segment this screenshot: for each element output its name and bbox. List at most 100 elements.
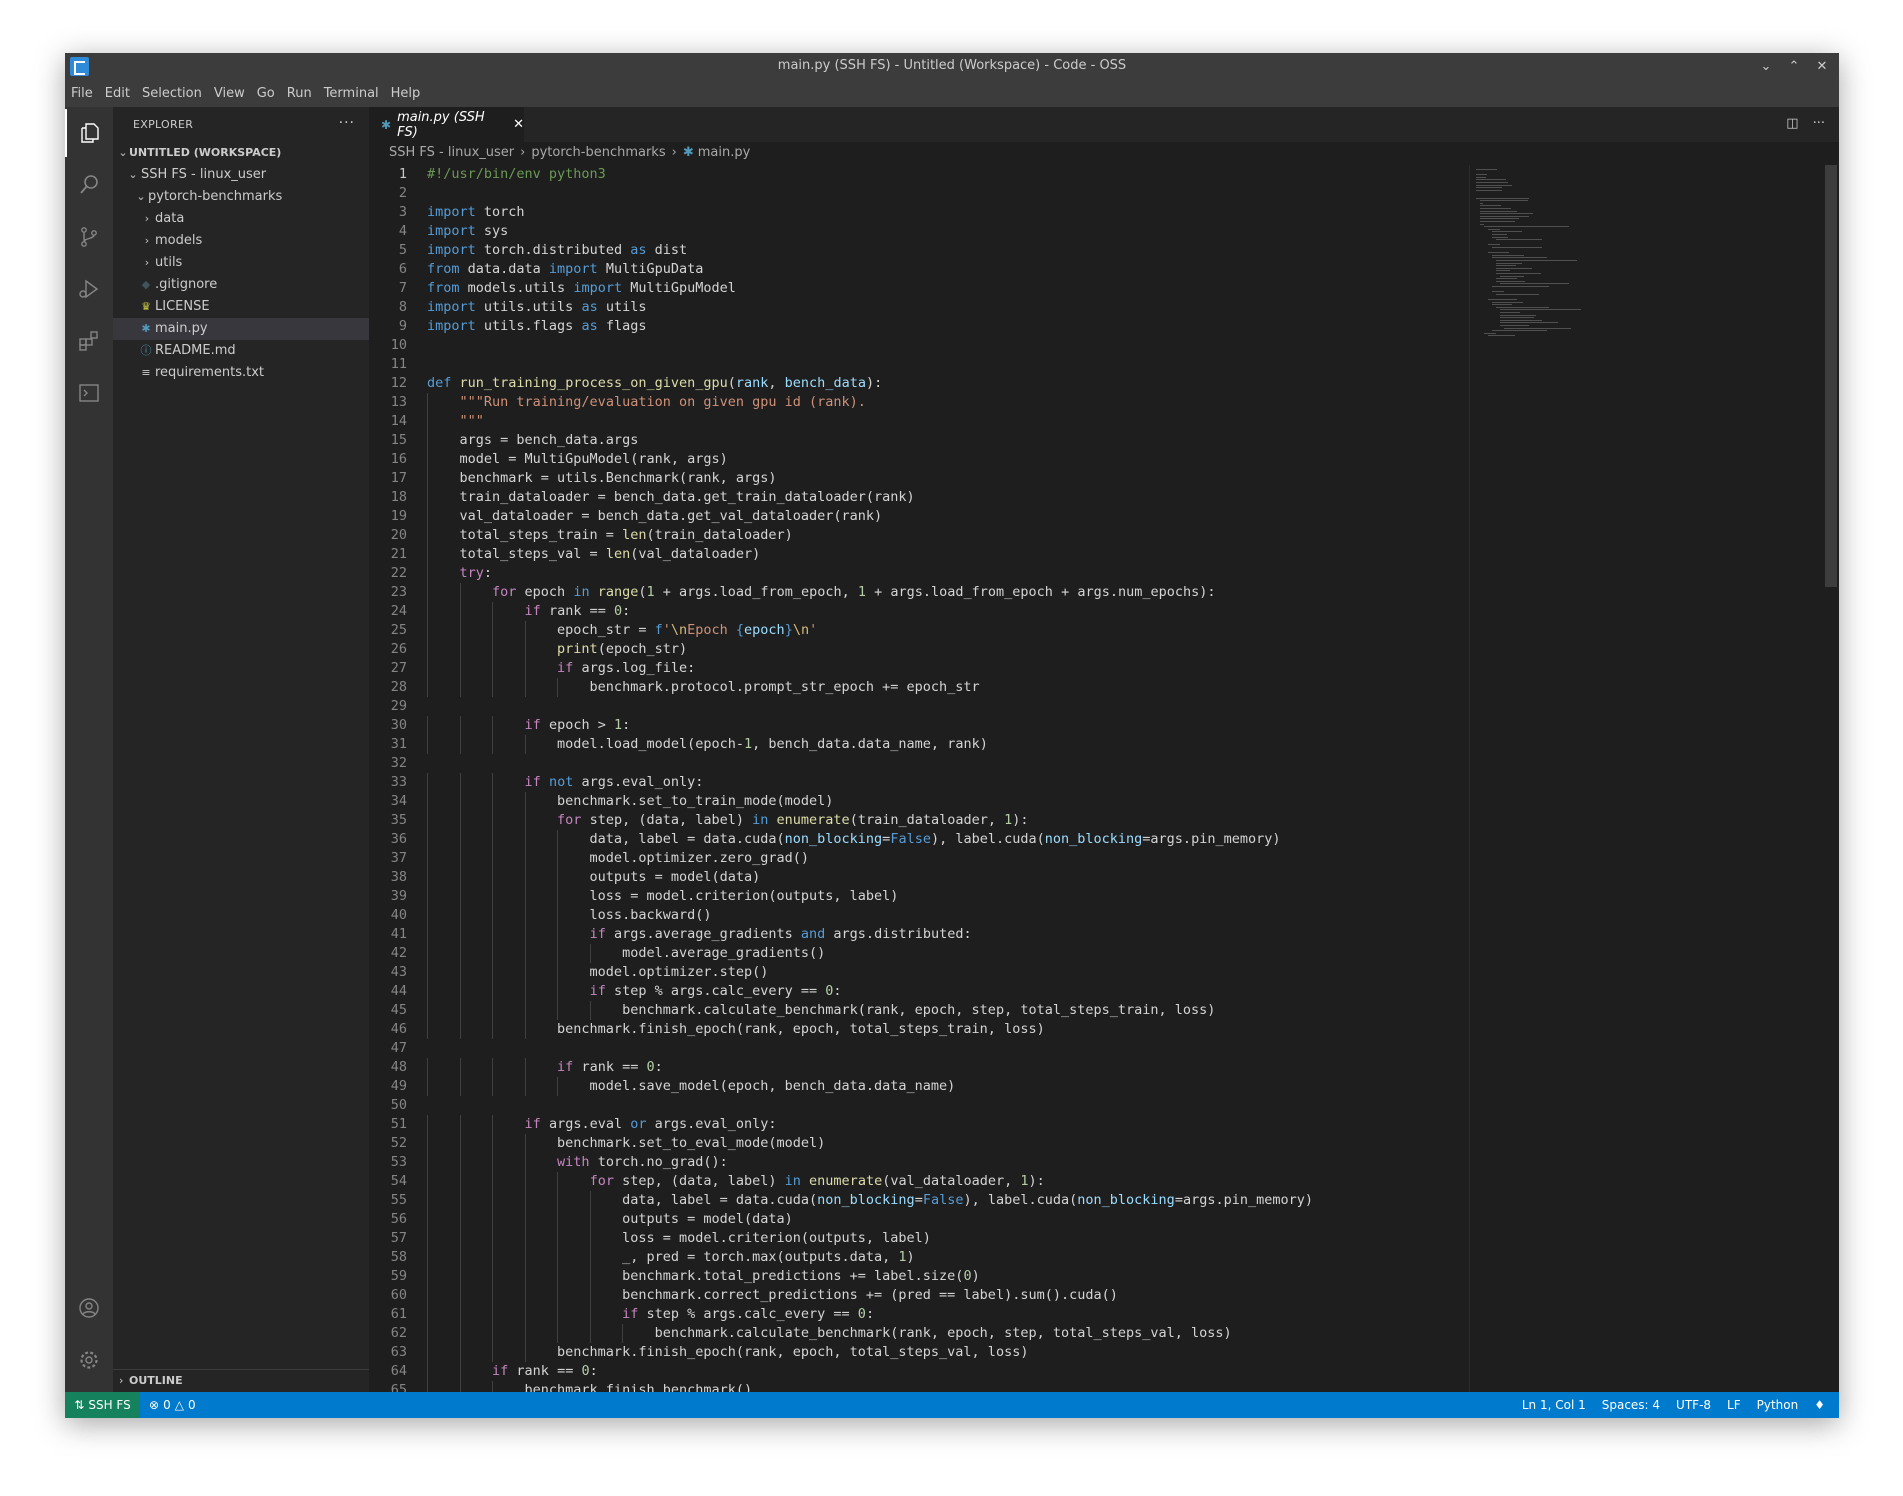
run-debug-icon[interactable] — [65, 265, 113, 313]
breadcrumb-root[interactable]: SSH FS - linux_user — [389, 145, 514, 160]
code-line[interactable]: 61 if step % args.calc_every == 0: — [369, 1305, 1469, 1324]
code-line[interactable]: 3 import torch — [369, 203, 1469, 222]
code-line[interactable]: 38 outputs = model(data) — [369, 868, 1469, 887]
code-line[interactable]: 65 benchmark.finish_benchmark() — [369, 1381, 1469, 1392]
code-line[interactable]: 34 benchmark.set_to_train_mode(model) — [369, 792, 1469, 811]
code-line[interactable]: 31 model.load_model(epoch-1, bench_data.… — [369, 735, 1469, 754]
menu-run[interactable]: Run — [281, 86, 318, 101]
code-line[interactable]: 13 """Run training/evaluation on given g… — [369, 393, 1469, 412]
end-of-line[interactable]: LF — [1727, 1398, 1741, 1412]
close-tab-icon[interactable]: ✕ — [513, 117, 524, 132]
menu-selection[interactable]: Selection — [136, 86, 208, 101]
code-line[interactable]: 22 try: — [369, 564, 1469, 583]
language-mode[interactable]: Python — [1757, 1398, 1799, 1412]
code-line[interactable]: 55 data, label = data.cuda(non_blocking=… — [369, 1191, 1469, 1210]
breadcrumb-file[interactable]: main.py — [698, 145, 751, 160]
code-line[interactable]: 53 with torch.no_grad(): — [369, 1153, 1469, 1172]
code-line[interactable]: 16 model = MultiGpuModel(rank, args) — [369, 450, 1469, 469]
tree-file-requirements[interactable]: ≡ requirements.txt — [113, 362, 369, 384]
code-line[interactable]: 26 print(epoch_str) — [369, 640, 1469, 659]
cursor-position[interactable]: Ln 1, Col 1 — [1522, 1398, 1586, 1412]
tree-folder-remote-root[interactable]: ⌄ SSH FS - linux_user — [113, 164, 369, 186]
indentation[interactable]: Spaces: 4 — [1602, 1398, 1660, 1412]
code-line[interactable]: 27 if args.log_file: — [369, 659, 1469, 678]
code-line[interactable]: 49 model.save_model(epoch, bench_data.da… — [369, 1077, 1469, 1096]
tree-folder-models[interactable]: › models — [113, 230, 369, 252]
code-line[interactable]: 54 for step, (data, label) in enumerate(… — [369, 1172, 1469, 1191]
code-line[interactable]: 29 — [369, 697, 1469, 716]
code-line[interactable]: 10 — [369, 336, 1469, 355]
maximize-icon[interactable]: ⌃ — [1787, 56, 1801, 76]
more-actions-icon[interactable]: ··· — [1813, 116, 1825, 131]
tree-file-license[interactable]: ♛ LICENSE — [113, 296, 369, 318]
code-line[interactable]: 12 def run_training_process_on_given_gpu(… — [369, 374, 1469, 393]
code-line[interactable]: 23 for epoch in range(1 + args.load_from… — [369, 583, 1469, 602]
notifications-bell-icon[interactable]: ♦ — [1814, 1398, 1825, 1412]
menu-file[interactable]: File — [65, 86, 99, 101]
minimap[interactable] — [1470, 165, 1820, 1392]
more-actions-icon[interactable]: ··· — [339, 115, 355, 131]
tree-folder-utils[interactable]: › utils — [113, 252, 369, 274]
code-line[interactable]: 25 epoch_str = f'\nEpoch {epoch}\n' — [369, 621, 1469, 640]
code-line[interactable]: 44 if step % args.calc_every == 0: — [369, 982, 1469, 1001]
code-line[interactable]: 60 benchmark.correct_predictions += (pre… — [369, 1286, 1469, 1305]
code-line[interactable]: 18 train_dataloader = bench_data.get_tra… — [369, 488, 1469, 507]
code-line[interactable]: 14 """ — [369, 412, 1469, 431]
minimize-icon[interactable]: ⌄ — [1759, 56, 1773, 76]
code-line[interactable]: 43 model.optimizer.step() — [369, 963, 1469, 982]
menu-help[interactable]: Help — [385, 86, 427, 101]
code-line[interactable]: 30 if epoch > 1: — [369, 716, 1469, 735]
tree-file-main-py[interactable]: ✱ main.py — [113, 318, 369, 340]
tree-file-gitignore[interactable]: ◆ .gitignore — [113, 274, 369, 296]
code-line[interactable]: 46 benchmark.finish_epoch(rank, epoch, t… — [369, 1020, 1469, 1039]
code-line[interactable]: 42 model.average_gradients() — [369, 944, 1469, 963]
settings-gear-icon[interactable] — [65, 1336, 113, 1384]
code-line[interactable]: 8 import utils.utils as utils — [369, 298, 1469, 317]
accounts-icon[interactable] — [65, 1284, 113, 1332]
code-line[interactable]: 20 total_steps_train = len(train_dataloa… — [369, 526, 1469, 545]
encoding[interactable]: UTF-8 — [1676, 1398, 1711, 1412]
code-line[interactable]: 37 model.optimizer.zero_grad() — [369, 849, 1469, 868]
code-line[interactable]: 57 loss = model.criterion(outputs, label… — [369, 1229, 1469, 1248]
tab-main-py[interactable]: ✱ main.py (SSH FS) ✕ — [369, 107, 524, 142]
outline-section[interactable]: › OUTLINE — [113, 1369, 369, 1392]
explorer-icon[interactable] — [65, 109, 113, 157]
code-line[interactable]: 36 data, label = data.cuda(non_blocking=… — [369, 830, 1469, 849]
code-line[interactable]: 62 benchmark.calculate_benchmark(rank, e… — [369, 1324, 1469, 1343]
code-line[interactable]: 11 — [369, 355, 1469, 374]
code-line[interactable]: 45 benchmark.calculate_benchmark(rank, e… — [369, 1001, 1469, 1020]
menu-view[interactable]: View — [208, 86, 251, 101]
search-icon[interactable] — [65, 161, 113, 209]
breadcrumb-folder[interactable]: pytorch-benchmarks — [531, 145, 665, 160]
problems-indicator[interactable]: ⊗ 0 △ 0 — [149, 1392, 196, 1418]
code-line[interactable]: 39 loss = model.criterion(outputs, label… — [369, 887, 1469, 906]
code-line[interactable]: 17 benchmark = utils.Benchmark(rank, arg… — [369, 469, 1469, 488]
code-line[interactable]: 35 for step, (data, label) in enumerate(… — [369, 811, 1469, 830]
tree-folder-project[interactable]: ⌄ pytorch-benchmarks — [113, 186, 369, 208]
code-line[interactable]: 48 if rank == 0: — [369, 1058, 1469, 1077]
code-line[interactable]: 58 _, pred = torch.max(outputs.data, 1) — [369, 1248, 1469, 1267]
code-line[interactable]: 4 import sys — [369, 222, 1469, 241]
tree-folder-data[interactable]: › data — [113, 208, 369, 230]
code-line[interactable]: 6 from data.data import MultiGpuData — [369, 260, 1469, 279]
code-line[interactable]: 33 if not args.eval_only: — [369, 773, 1469, 792]
code-line[interactable]: 32 — [369, 754, 1469, 773]
code-line[interactable]: 47 — [369, 1039, 1469, 1058]
code-line[interactable]: 56 outputs = model(data) — [369, 1210, 1469, 1229]
menu-go[interactable]: Go — [251, 86, 281, 101]
code-line[interactable]: 7 from models.utils import MultiGpuModel — [369, 279, 1469, 298]
code-line[interactable]: 50 — [369, 1096, 1469, 1115]
source-control-icon[interactable] — [65, 213, 113, 261]
code-line[interactable]: 40 loss.backward() — [369, 906, 1469, 925]
split-editor-icon[interactable]: ◫ — [1786, 116, 1798, 131]
workspace-section[interactable]: ⌄ UNTITLED (WORKSPACE) — [113, 142, 369, 164]
close-icon[interactable]: ✕ — [1815, 56, 1829, 76]
code-line[interactable]: 5 import torch.distributed as dist — [369, 241, 1469, 260]
code-line[interactable]: 1 #!/usr/bin/env python3 — [369, 165, 1469, 184]
code-line[interactable]: 64 if rank == 0: — [369, 1362, 1469, 1381]
code-line[interactable]: 52 benchmark.set_to_eval_mode(model) — [369, 1134, 1469, 1153]
tree-file-readme[interactable]: ⓘ README.md — [113, 340, 369, 362]
extensions-icon[interactable] — [65, 317, 113, 365]
code-line[interactable]: 59 benchmark.total_predictions += label.… — [369, 1267, 1469, 1286]
code-line[interactable]: 9 import utils.flags as flags — [369, 317, 1469, 336]
